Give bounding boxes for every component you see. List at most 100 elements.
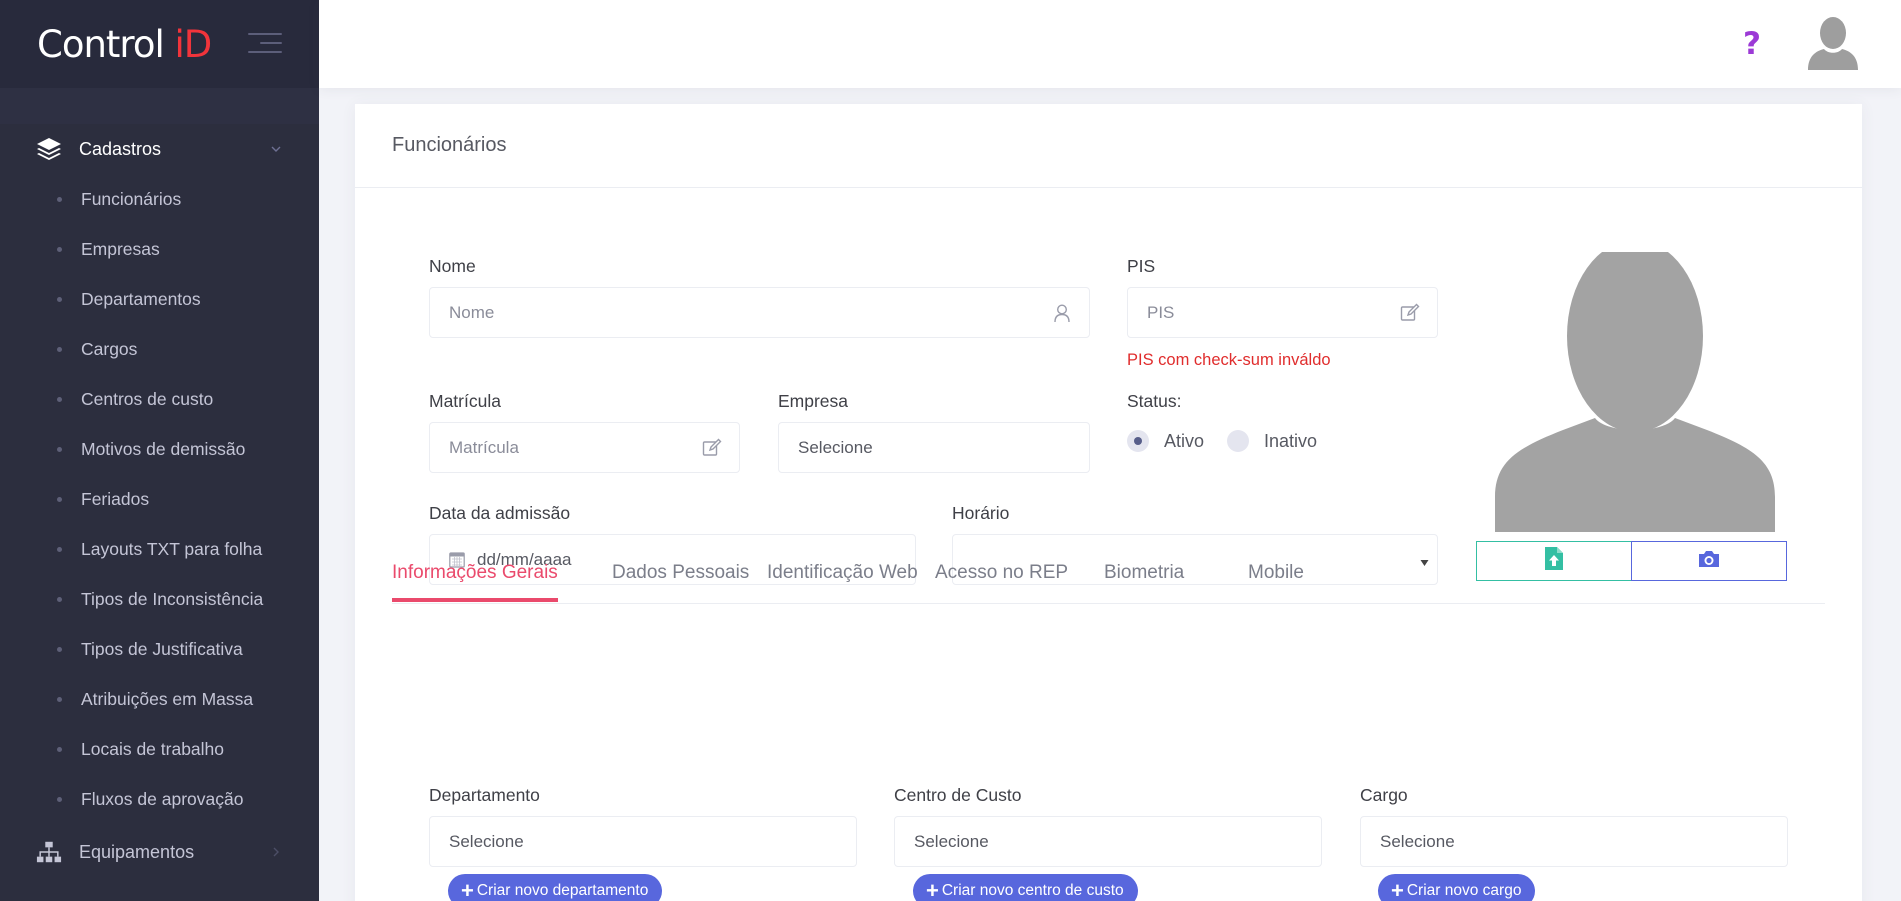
nome-label: Nome [429,256,476,276]
menu-toggle-icon[interactable] [248,33,282,55]
bullet-icon [57,796,62,802]
bullet-icon [57,696,62,702]
sitemap-icon [36,839,62,865]
status-label: Status: [1127,391,1182,411]
status-radio-inativo[interactable]: Inativo [1227,430,1317,452]
create-departamento-button[interactable]: + Criar novo departamento [448,874,663,901]
sidebar-item[interactable]: Atribuições em Massa [0,674,319,724]
pis-input[interactable]: PIS [1127,287,1438,338]
data-admissao-label: Data da admissão [429,503,571,523]
tab-mobile[interactable]: Mobile [1248,562,1304,602]
user-avatar-icon[interactable] [1806,16,1860,70]
plus-icon: + [926,878,939,901]
status-option-label: Inativo [1264,430,1318,451]
tab-bar: Informações Gerais Dados Pessoais Identi… [392,544,1825,604]
tab-acesso-rep[interactable]: Acesso no REP [935,562,1068,602]
sidebar-item[interactable]: Tipos de Inconsistência [0,574,319,624]
sidebar-item-label: Motivos de demissão [81,438,246,459]
brand-name: Control [37,22,175,66]
sidebar-item-label: Fluxos de aprovação [81,788,244,809]
sidebar-item[interactable]: Layouts TXT para folha [0,524,319,574]
create-centro-custo-button[interactable]: + Criar novo centro de custo [913,874,1138,901]
bullet-icon [57,646,62,652]
bullet-icon [57,196,62,202]
bullet-icon [57,746,62,752]
nav-group-cadastros[interactable]: Cadastros [0,124,319,174]
sidebar: Control iD Cadastros Funcionários Empresa… [0,0,319,901]
sidebar-item[interactable]: Motivos de demissão [0,424,319,474]
centro-custo-label: Centro de Custo [894,785,1022,805]
create-cargo-label: Criar novo cargo [1406,882,1522,899]
sidebar-item-label: Centros de custo [81,388,214,409]
sidebar-item[interactable]: Empresas [0,224,319,274]
nome-input[interactable]: Nome [429,287,1090,338]
user-icon [1052,303,1072,323]
empresa-placeholder: Selecione [798,437,873,457]
empresa-label: Empresa [778,391,849,411]
sidebar-item-label: Atribuições em Massa [81,688,254,709]
sidebar-item[interactable]: Centros de custo [0,374,319,424]
cargo-label: Cargo [1360,785,1408,805]
bullet-icon [57,546,62,552]
centro-custo-placeholder: Selecione [914,831,989,851]
nav-group-equipamentos[interactable]: Equipamentos [0,827,319,877]
plus-icon: + [461,878,474,901]
plus-icon: + [1391,878,1404,901]
sidebar-item[interactable]: Tipos de Justificativa [0,624,319,674]
help-icon[interactable]: ? [1743,26,1767,62]
bullet-icon [57,396,62,402]
sidebar-item[interactable]: Funcionários [0,174,319,224]
sidebar-item[interactable]: Fluxos de aprovação [0,774,319,824]
brand-name-accent: iD [174,22,213,66]
status-radio-ativo[interactable]: Ativo [1127,430,1204,452]
bullet-icon [57,246,62,252]
employee-card: Funcionários Nome Nome PIS PIS PIS com c… [355,104,1862,901]
brand-logo[interactable]: Control iD [37,22,213,66]
sidebar-item[interactable]: Cargos [0,324,319,374]
sidebar-item[interactable]: Departamentos [0,274,319,324]
radio-circle [1127,430,1149,452]
bullet-icon [57,446,62,452]
cargo-select[interactable]: Selecione [1360,816,1788,867]
departamento-label: Departamento [429,785,540,805]
empresa-select[interactable]: Selecione [778,422,1090,473]
sidebar-item[interactable]: Locais de trabalho [0,724,319,774]
cargo-placeholder: Selecione [1380,831,1455,851]
sidebar-item-label: Feriados [81,488,150,509]
bullet-icon [57,296,62,302]
departamento-select[interactable]: Selecione [429,816,857,867]
chevron-right-icon [270,845,282,857]
tab-informacoes-gerais[interactable]: Informações Gerais [392,562,558,602]
nav-group-label: Cadastros [79,138,162,159]
radio-circle [1227,430,1249,452]
create-centro-custo-label: Criar novo centro de custo [941,882,1124,899]
sidebar-item-label: Tipos de Inconsistência [81,588,264,609]
sidebar-spacer [0,88,319,124]
matricula-placeholder: Matrícula [449,437,519,457]
layers-icon [36,136,62,162]
help-glyph: ? [1743,26,1761,62]
tab-dados-pessoais[interactable]: Dados Pessoais [612,562,749,602]
sidebar-item[interactable]: Feriados [0,474,319,524]
employee-photo-placeholder [1495,240,1775,532]
bullet-icon [57,596,62,602]
nome-placeholder: Nome [449,302,495,322]
top-header: ? [319,0,1901,88]
chevron-down-icon [270,142,282,154]
sidebar-item-label: Departamentos [81,288,201,309]
bullet-icon [57,496,62,502]
create-departamento-label: Criar novo departamento [476,882,649,899]
tab-identificacao-web[interactable]: Identificação Web [767,562,918,602]
tab-biometria[interactable]: Biometria [1104,562,1184,602]
edit-icon [1400,303,1420,323]
sidebar-item-label: Layouts TXT para folha [81,538,263,559]
sidebar-item-label: Funcionários [81,188,182,209]
matricula-input[interactable]: Matrícula [429,422,740,473]
sidebar-item-label: Tipos de Justificativa [81,638,243,659]
centro-custo-select[interactable]: Selecione [894,816,1322,867]
pis-placeholder: PIS [1147,302,1175,322]
create-cargo-button[interactable]: + Criar novo cargo [1378,874,1536,901]
page-title: Funcionários [392,134,507,156]
horario-label: Horário [952,503,1010,523]
card-header: Funcionários [355,104,1862,188]
